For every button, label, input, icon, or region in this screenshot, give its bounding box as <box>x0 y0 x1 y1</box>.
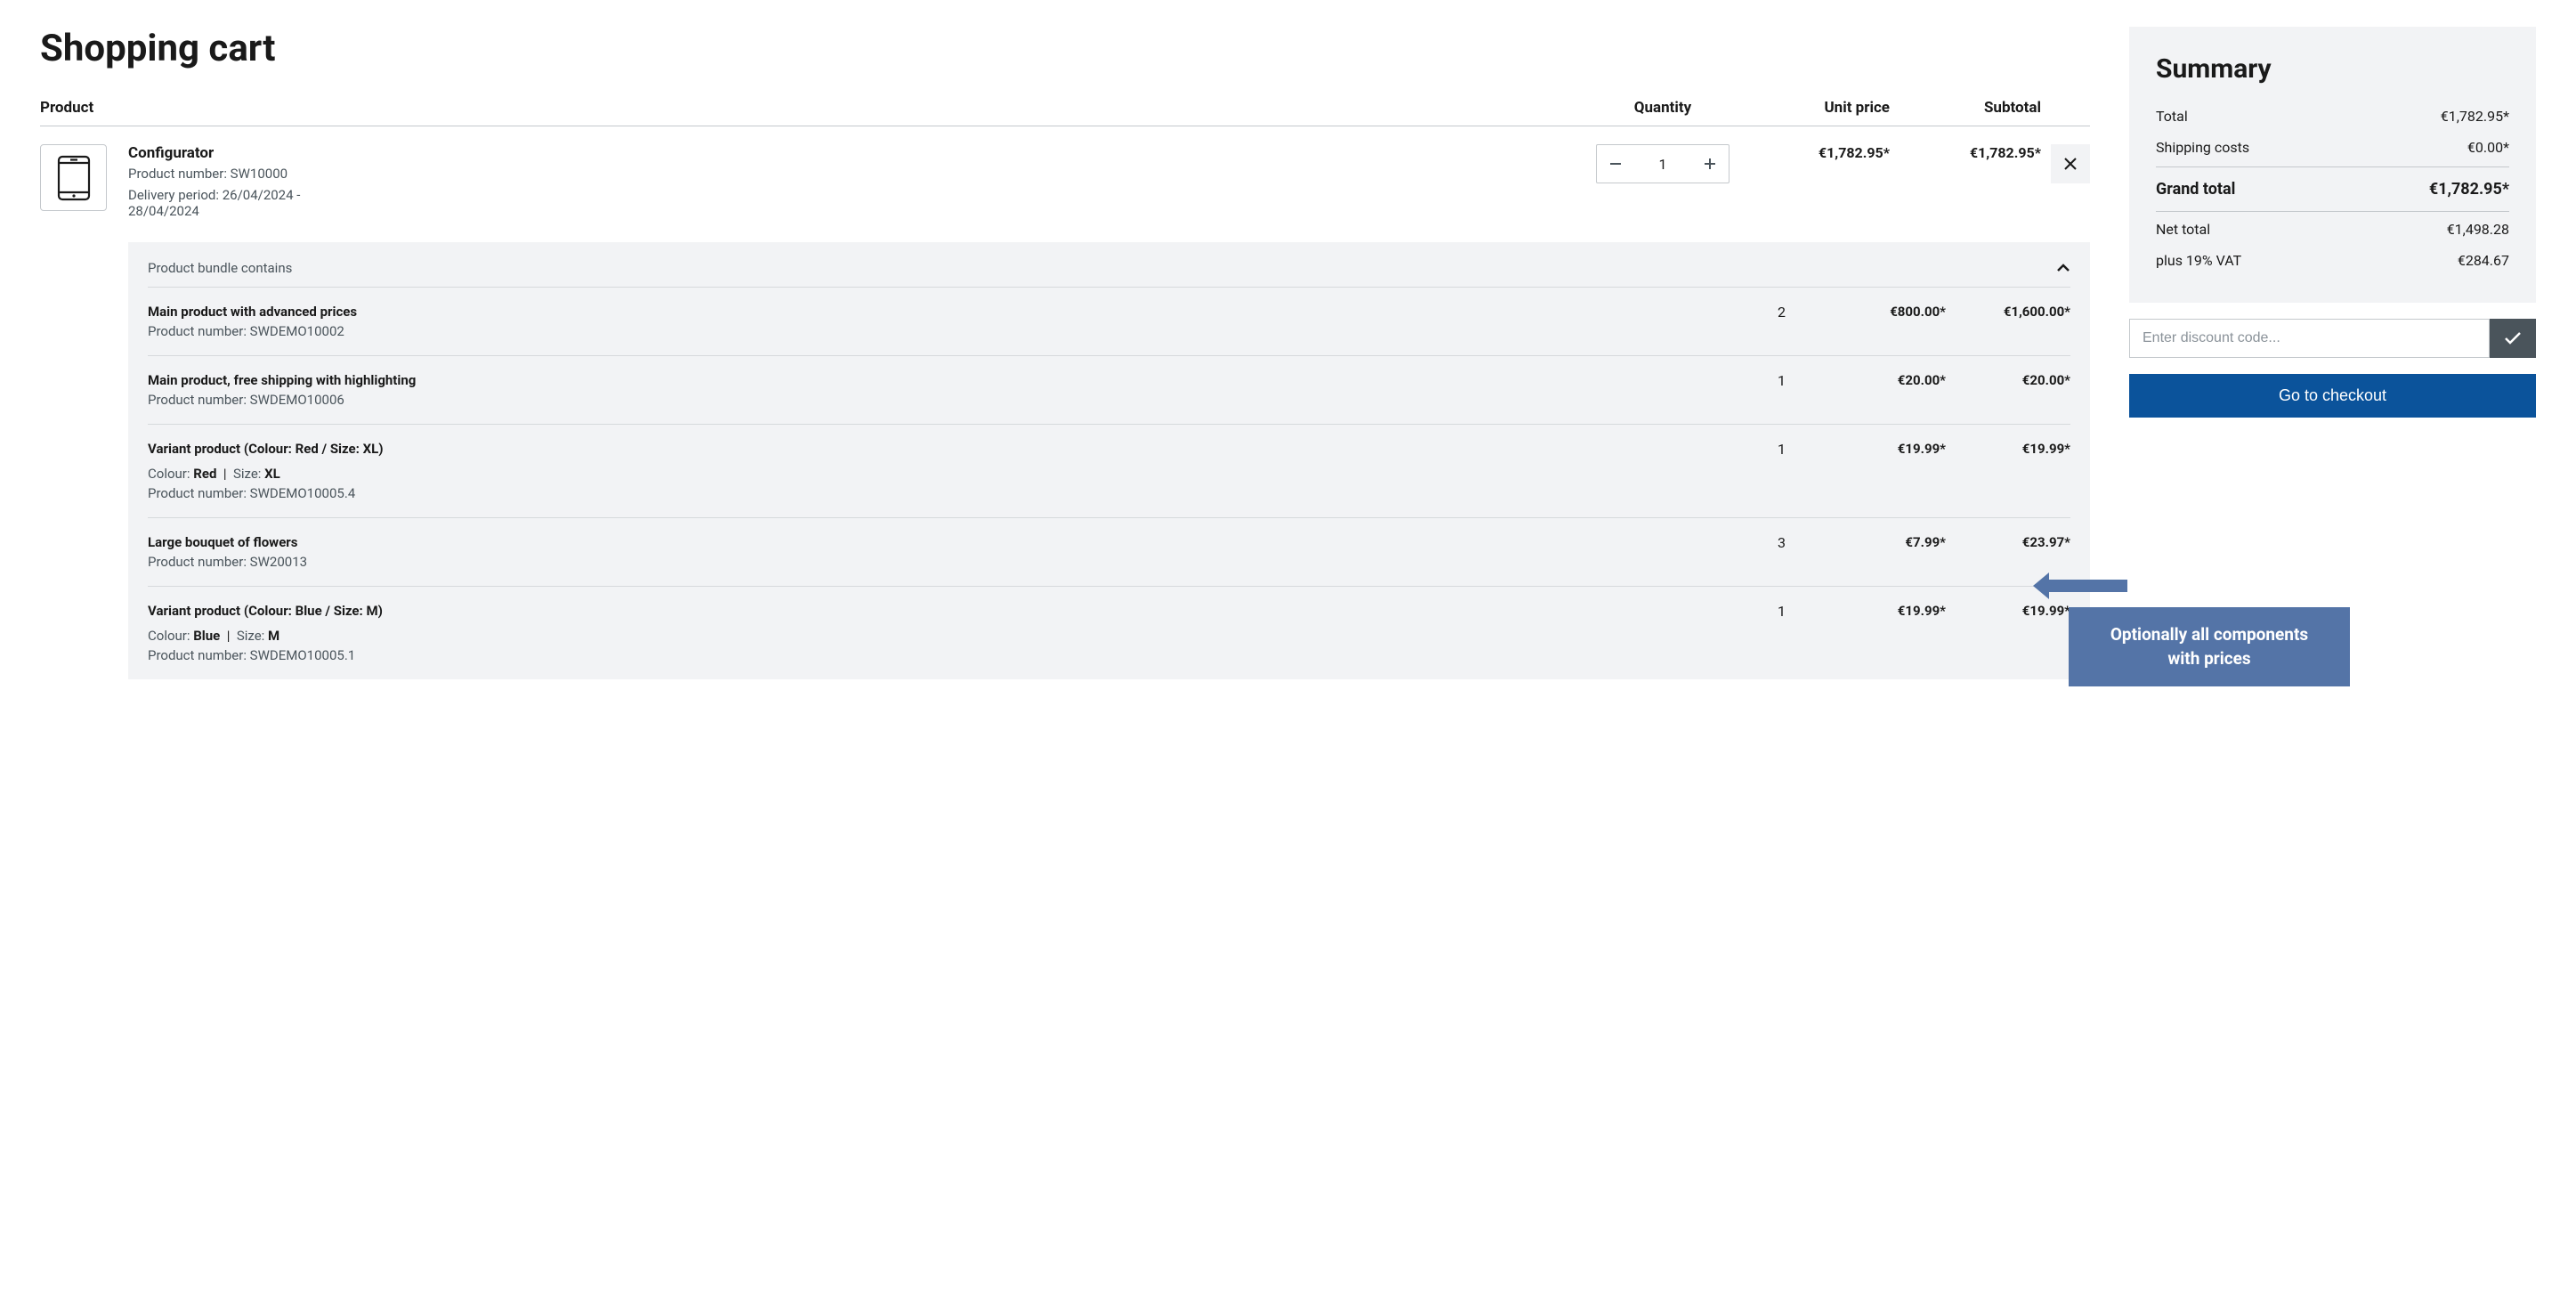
summary-net-label: Net total <box>2156 221 2210 238</box>
bundle-item-unit: €800.00* <box>1786 304 1946 339</box>
product-number: Product number: SW10000 <box>128 166 1587 182</box>
summary-box: Summary Total €1,782.95* Shipping costs … <box>2129 27 2536 303</box>
header-quantity: Quantity <box>1587 99 1738 117</box>
bundle-item-pn: Product number: SW20013 <box>148 554 1670 570</box>
bundle-item-pn: Product number: SWDEMO10002 <box>148 323 1670 339</box>
summary-total-row: Total €1,782.95* <box>2156 101 2509 132</box>
quantity-stepper[interactable]: 1 <box>1596 144 1729 183</box>
checkout-button[interactable]: Go to checkout <box>2129 374 2536 418</box>
bundle-item-title: Variant product (Colour: Blue / Size: M) <box>148 603 1670 619</box>
subtotal-price: €1,782.95* <box>1890 144 2041 224</box>
bundle-item-title: Main product with advanced prices <box>148 304 1670 320</box>
bundle-item-attrs: Colour: Red | Size: XL <box>148 466 1670 482</box>
bundle-item-qty: 2 <box>1679 304 1786 339</box>
minus-icon <box>1609 158 1622 170</box>
bundle-item: Main product with advanced prices Product… <box>148 287 2070 355</box>
bundle-item-sub: €19.99* <box>1946 441 2070 501</box>
bundle-item-pn: Product number: SWDEMO10005.4 <box>148 485 1670 501</box>
collapse-bundle-button[interactable] <box>2056 260 2070 276</box>
bundle-label: Product bundle contains <box>148 260 292 276</box>
bundle-item: Variant product (Colour: Red / Size: XL)… <box>148 424 2070 517</box>
apply-discount-button[interactable] <box>2490 319 2536 358</box>
bundle-item-sub: €23.97* <box>1946 534 2070 570</box>
check-icon <box>2504 332 2522 345</box>
summary-net-value: €1,498.28 <box>2447 221 2509 238</box>
bundle-item-title: Main product, free shipping with highlig… <box>148 372 1670 388</box>
phone-icon <box>56 155 92 201</box>
annotation-arrow <box>2047 580 2127 592</box>
plus-icon <box>1704 158 1716 170</box>
bundle-item-attrs: Colour: Blue | Size: M <box>148 628 1670 644</box>
summary-vat-row: plus 19% VAT €284.67 <box>2156 245 2509 276</box>
header-unit-price: Unit price <box>1738 99 1890 117</box>
header-subtotal: Subtotal <box>1890 99 2041 117</box>
qty-decrement-button[interactable] <box>1597 145 1634 183</box>
bundle-item-sub: €1,600.00* <box>1946 304 2070 339</box>
bundle-item-title: Variant product (Colour: Red / Size: XL) <box>148 441 1670 457</box>
bundle-item-qty: 3 <box>1679 534 1786 570</box>
bundle-item-sub: €19.99* <box>1946 603 2070 663</box>
bundle-item-qty: 1 <box>1679 372 1786 408</box>
bundle-item: Main product, free shipping with highlig… <box>148 355 2070 424</box>
summary-shipping-label: Shipping costs <box>2156 139 2249 156</box>
bundle-item-pn: Product number: SWDEMO10006 <box>148 392 1670 408</box>
bundle-item-qty: 1 <box>1679 603 1786 663</box>
bundle-item-unit: €19.99* <box>1786 603 1946 663</box>
qty-increment-button[interactable] <box>1691 145 1729 183</box>
bundle-item: Large bouquet of flowers Product number: … <box>148 517 2070 586</box>
header-product: Product <box>40 99 1587 117</box>
cart-item-row: Configurator Product number: SW10000 Del… <box>40 126 2090 224</box>
product-name: Configurator <box>128 144 1587 162</box>
summary-vat-value: €284.67 <box>2458 252 2509 269</box>
bundle-item-qty: 1 <box>1679 441 1786 501</box>
bundle-item-unit: €19.99* <box>1786 441 1946 501</box>
annotation-callout: Optionally all components with prices <box>2069 607 2350 686</box>
summary-grand-label: Grand total <box>2156 180 2235 199</box>
qty-value: 1 <box>1634 156 1691 173</box>
summary-shipping-value: €0.00* <box>2467 139 2509 156</box>
unit-price: €1,782.95* <box>1738 144 1890 224</box>
bundle-item-unit: €7.99* <box>1786 534 1946 570</box>
bundle-item-unit: €20.00* <box>1786 372 1946 408</box>
summary-shipping-row: Shipping costs €0.00* <box>2156 132 2509 163</box>
summary-title: Summary <box>2156 53 2509 85</box>
bundle-item-pn: Product number: SWDEMO10005.1 <box>148 647 1670 663</box>
bundle-item: Variant product (Colour: Blue / Size: M)… <box>148 586 2070 679</box>
bundle-item-sub: €20.00* <box>1946 372 2070 408</box>
chevron-up-icon <box>2056 264 2070 272</box>
summary-total-value: €1,782.95* <box>2441 108 2509 125</box>
delivery-period: Delivery period: 26/04/2024 - 28/04/2024 <box>128 187 306 219</box>
summary-total-label: Total <box>2156 108 2188 125</box>
remove-item-button[interactable] <box>2051 144 2090 183</box>
summary-vat-label: plus 19% VAT <box>2156 252 2241 269</box>
page-title: Shopping cart <box>40 27 2090 70</box>
close-icon <box>2063 157 2078 171</box>
summary-grand-row: Grand total €1,782.95* <box>2156 166 2509 212</box>
summary-grand-value: €1,782.95* <box>2429 180 2509 199</box>
product-thumbnail <box>40 144 107 211</box>
cart-header-row: Product Quantity Unit price Subtotal <box>40 90 2090 126</box>
bundle-container: Product bundle contains Main product wit… <box>128 242 2090 679</box>
discount-code-input[interactable] <box>2129 319 2490 358</box>
summary-net-row: Net total €1,498.28 <box>2156 212 2509 245</box>
bundle-item-title: Large bouquet of flowers <box>148 534 1670 550</box>
